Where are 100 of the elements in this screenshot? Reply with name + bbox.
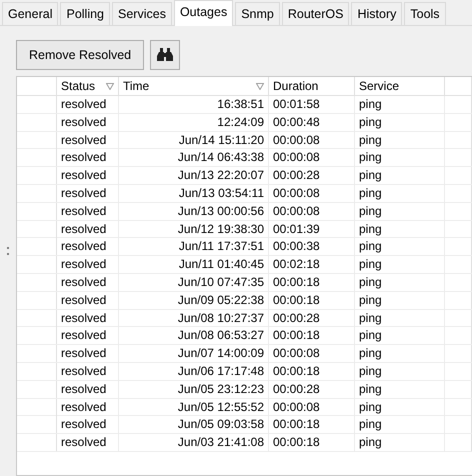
table-cell: ping bbox=[355, 327, 445, 344]
table-cell: resolved bbox=[57, 132, 119, 149]
table-cell: Jun/13 03:54:11 bbox=[119, 184, 269, 202]
table-cell: Jun/05 23:12:23 bbox=[119, 380, 269, 398]
table-cell: ping bbox=[355, 274, 445, 291]
table-cell: Jun/08 06:53:27 bbox=[119, 327, 269, 344]
table-cell: ping bbox=[355, 310, 445, 327]
table-cell: resolved bbox=[57, 202, 119, 220]
table-cell: 00:00:08 bbox=[269, 132, 355, 149]
table-cell: ping bbox=[355, 292, 445, 309]
table-cell: ping bbox=[355, 96, 445, 113]
binoculars-icon bbox=[157, 48, 174, 62]
table-cell: ping bbox=[355, 362, 445, 380]
tab[interactable]: RouterOS bbox=[282, 2, 350, 25]
table-cell: 12:24:09 bbox=[119, 114, 269, 131]
tab[interactable]: History bbox=[351, 2, 402, 25]
table-cell: ping bbox=[355, 132, 445, 149]
sort-arrow-icon bbox=[106, 82, 114, 90]
table-cell: ping bbox=[355, 238, 445, 256]
table-cell: ping bbox=[355, 184, 445, 202]
remove-resolved-button[interactable]: Remove Resolved bbox=[16, 40, 144, 70]
table-cell: Jun/13 00:00:56 bbox=[119, 202, 269, 220]
table-cell: resolved bbox=[57, 292, 119, 309]
table-cell: resolved bbox=[57, 416, 119, 434]
sort-arrow-icon bbox=[256, 82, 264, 90]
table-cell: resolved bbox=[57, 256, 119, 274]
table-cell: Jun/05 09:03:58 bbox=[119, 416, 269, 434]
find-button[interactable] bbox=[150, 40, 180, 70]
table-cell: 16:38:51 bbox=[119, 96, 269, 113]
table-cell: 00:00:18 bbox=[269, 416, 355, 434]
table-cell: ping bbox=[355, 202, 445, 220]
tab[interactable]: Services bbox=[112, 2, 172, 25]
column-header[interactable]: Status bbox=[57, 77, 119, 95]
table-cell: 00:00:18 bbox=[269, 434, 355, 452]
table-cell: resolved bbox=[57, 434, 119, 452]
column-header[interactable]: Duration bbox=[269, 77, 355, 95]
tab[interactable]: Polling bbox=[60, 2, 110, 25]
table-cell: Jun/11 01:40:45 bbox=[119, 256, 269, 274]
table-cell: 00:00:08 bbox=[269, 184, 355, 202]
table-cell: 00:00:18 bbox=[269, 274, 355, 291]
table-cell: ping bbox=[355, 380, 445, 398]
table-cell: ping bbox=[355, 434, 445, 452]
table-cell: resolved bbox=[57, 345, 119, 362]
table-cell: resolved bbox=[57, 220, 119, 238]
table-cell: 00:00:28 bbox=[269, 310, 355, 327]
table-cell: resolved bbox=[57, 149, 119, 166]
table-cell: 00:00:18 bbox=[269, 327, 355, 344]
table-cell: Jun/14 06:43:38 bbox=[119, 149, 269, 166]
table-cell: 00:00:38 bbox=[269, 238, 355, 256]
table-cell: Jun/07 14:00:09 bbox=[119, 345, 269, 362]
column-header-label: Service bbox=[359, 79, 400, 93]
table-cell: Jun/12 19:38:30 bbox=[119, 220, 269, 238]
table-cell: 00:02:18 bbox=[269, 256, 355, 274]
table-cell: resolved bbox=[57, 362, 119, 380]
table-cell: resolved bbox=[57, 96, 119, 113]
table-cell: ping bbox=[355, 256, 445, 274]
table-cell: 00:00:28 bbox=[269, 167, 355, 184]
column-header-label: Time bbox=[123, 79, 150, 93]
table-cell: resolved bbox=[57, 327, 119, 344]
table-cell: 00:00:08 bbox=[269, 202, 355, 220]
table-cell: 00:00:08 bbox=[269, 149, 355, 166]
column-header[interactable]: Service bbox=[355, 77, 445, 95]
column-header-label: Status bbox=[61, 79, 96, 93]
table-cell: 00:01:39 bbox=[269, 220, 355, 238]
table-cell: Jun/08 10:27:37 bbox=[119, 310, 269, 327]
tab[interactable]: General bbox=[2, 2, 58, 25]
table-cell: 00:01:58 bbox=[269, 96, 355, 113]
table-cell: Jun/06 17:17:48 bbox=[119, 362, 269, 380]
table-cell: ping bbox=[355, 345, 445, 362]
column-header[interactable]: Time bbox=[119, 77, 269, 95]
table-cell: 00:00:18 bbox=[269, 362, 355, 380]
table-cell: ping bbox=[355, 220, 445, 238]
column-header-label: Duration bbox=[273, 79, 318, 93]
table-cell: ping bbox=[355, 167, 445, 184]
tab[interactable]: Outages bbox=[174, 0, 234, 26]
table-cell: resolved bbox=[57, 238, 119, 256]
table-cell: ping bbox=[355, 398, 445, 416]
table-cell: ping bbox=[355, 416, 445, 434]
table-cell: Jun/10 07:47:35 bbox=[119, 274, 269, 291]
table-cell: ping bbox=[355, 149, 445, 166]
table-cell: Jun/14 15:11:20 bbox=[119, 132, 269, 149]
table-cell: 00:00:28 bbox=[269, 380, 355, 398]
table-cell: Jun/09 05:22:38 bbox=[119, 292, 269, 309]
table-cell: ping bbox=[355, 114, 445, 131]
table-cell: Jun/11 17:37:51 bbox=[119, 238, 269, 256]
table-cell: resolved bbox=[57, 310, 119, 327]
table-cell: Jun/05 12:55:52 bbox=[119, 398, 269, 416]
table-cell: resolved bbox=[57, 114, 119, 131]
table-cell: resolved bbox=[57, 398, 119, 416]
splitter-handle-icon[interactable] bbox=[7, 247, 9, 255]
tab[interactable]: Tools bbox=[404, 2, 446, 25]
table-cell: resolved bbox=[57, 380, 119, 398]
table-cell: 00:00:08 bbox=[269, 398, 355, 416]
tab[interactable]: Snmp bbox=[235, 2, 280, 25]
table-cell: resolved bbox=[57, 274, 119, 291]
table-cell: Jun/13 22:20:07 bbox=[119, 167, 269, 184]
table-cell: 00:00:08 bbox=[269, 345, 355, 362]
table-cell: resolved bbox=[57, 184, 119, 202]
table-cell: resolved bbox=[57, 167, 119, 184]
table-cell: Jun/03 21:41:08 bbox=[119, 434, 269, 452]
